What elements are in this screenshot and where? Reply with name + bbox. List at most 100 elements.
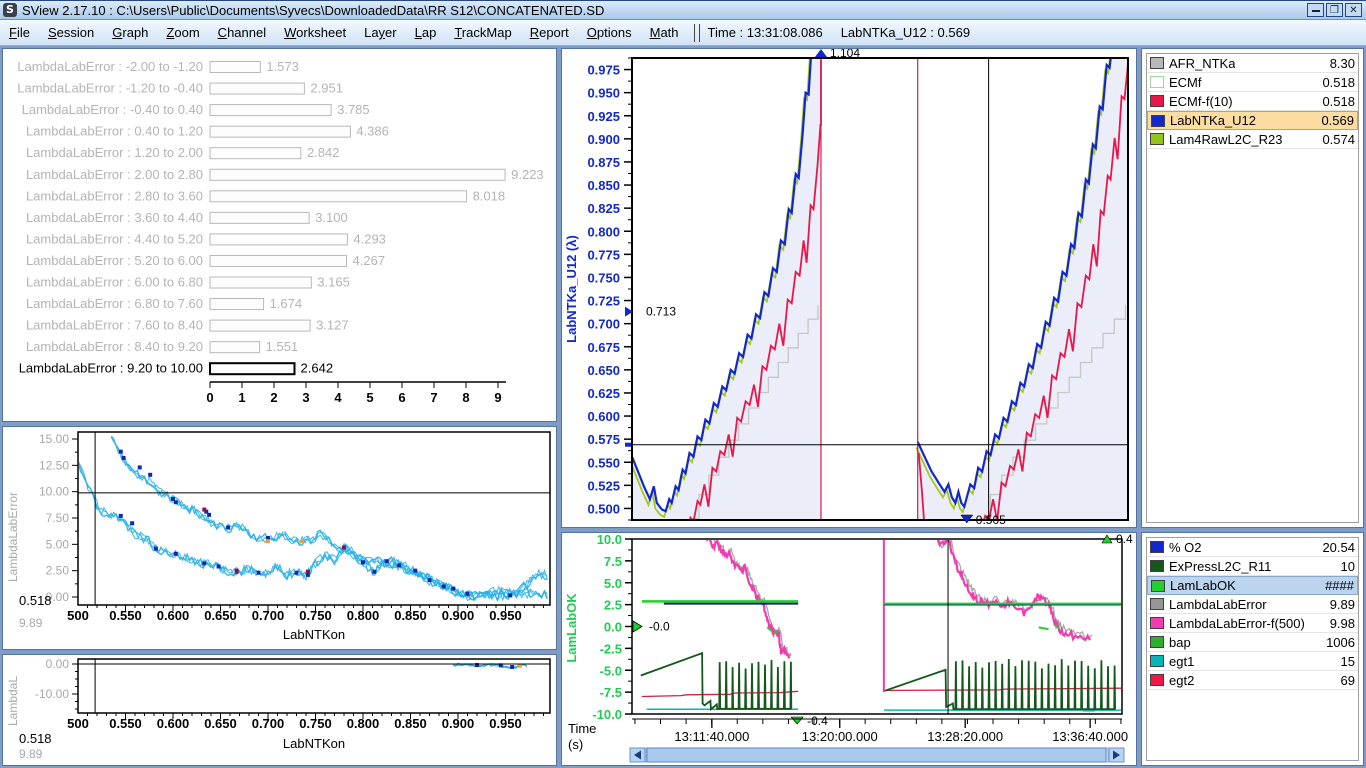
y-tick-label: 12.50 bbox=[39, 458, 69, 472]
scatter-trace bbox=[78, 460, 547, 600]
channel-row[interactable]: bap1006 bbox=[1147, 633, 1358, 652]
y-tick-label: 0.700 bbox=[587, 317, 620, 332]
menu-trackmap[interactable]: TrackMap bbox=[445, 25, 520, 40]
cursor-y-value: 9.89 bbox=[19, 747, 43, 761]
channel-row[interactable]: ECMf-f(10)0.518 bbox=[1147, 92, 1358, 111]
menu-file[interactable]: File bbox=[0, 25, 39, 40]
bar[interactable] bbox=[210, 212, 309, 223]
channel-row[interactable]: LambdaLabError9.89 bbox=[1147, 595, 1358, 614]
bar-value-label: 1.551 bbox=[266, 339, 299, 354]
series-lambdalaberror-f bbox=[935, 533, 1090, 640]
channel-row[interactable]: egt269 bbox=[1147, 671, 1358, 690]
channel-value: 10 bbox=[1341, 559, 1355, 574]
lamlabok-time-chart[interactable]: LamLabOK-10.0-7.5-5.0-2.50.02.55.07.510.… bbox=[562, 533, 1136, 765]
close-button[interactable]: ✕ bbox=[1345, 3, 1362, 17]
bar[interactable] bbox=[210, 363, 295, 374]
time-tick-label: 13:36:40.000 bbox=[1052, 729, 1128, 744]
bar[interactable] bbox=[210, 320, 310, 331]
scatter-trace bbox=[111, 437, 547, 601]
channel-row[interactable]: LambdaLabError-f(500)9.98 bbox=[1147, 614, 1358, 633]
menu-zoom[interactable]: Zoom bbox=[157, 25, 208, 40]
bar-value-label: 8.018 bbox=[473, 188, 506, 203]
bar[interactable] bbox=[210, 105, 331, 116]
bar-category-label: LambdaLabError : 7.60 to 8.40 bbox=[26, 318, 203, 333]
y-tick-label: 10.0 bbox=[597, 533, 622, 547]
channel-list-bottom: % O220.54ExPressL2C_R1110LamLabOK####Lam… bbox=[1146, 537, 1359, 761]
menu-report[interactable]: Report bbox=[521, 25, 578, 40]
channel-color-swatch bbox=[1150, 560, 1164, 572]
bar-category-label: LambdaLabError : 2.00 to 2.80 bbox=[26, 167, 203, 182]
x-axis-label: LabNTKon bbox=[283, 627, 345, 642]
channel-color-swatch bbox=[1150, 674, 1164, 686]
bar[interactable] bbox=[210, 234, 347, 245]
time-scrollbar[interactable] bbox=[630, 748, 1124, 762]
x-tick-label: 0.950 bbox=[489, 716, 522, 731]
channel-row[interactable]: ExPressL2C_R1110 bbox=[1147, 557, 1358, 576]
time-tick-label: 13:11:40.000 bbox=[674, 729, 749, 744]
bar[interactable] bbox=[210, 169, 505, 180]
y-tick-label: 0.625 bbox=[587, 386, 620, 401]
bar[interactable] bbox=[210, 83, 304, 94]
x-tick-label: 0.700 bbox=[252, 716, 285, 731]
menu-layer[interactable]: Layer bbox=[355, 25, 406, 40]
bar[interactable] bbox=[210, 126, 350, 137]
minimize-button[interactable] bbox=[1307, 3, 1324, 17]
channel-row[interactable]: ECMf0.518 bbox=[1147, 73, 1358, 92]
menu-lap[interactable]: Lap bbox=[406, 25, 446, 40]
bar-category-label: LambdaLabError : -2.00 to -1.20 bbox=[17, 59, 203, 74]
bar[interactable] bbox=[210, 191, 467, 202]
x-tick-label: 5 bbox=[366, 390, 373, 405]
scatter-chart[interactable]: LambdaLabError0.002.505.007.5010.0012.50… bbox=[3, 427, 556, 649]
scatter-trace bbox=[111, 436, 547, 597]
x-tick-label: 1 bbox=[238, 390, 245, 405]
bar-value-label: 3.100 bbox=[315, 210, 348, 225]
channel-row[interactable]: LabNTKa_U120.569 bbox=[1147, 111, 1358, 130]
bar-value-label: 2.642 bbox=[301, 361, 334, 376]
bar-value-label: 4.386 bbox=[356, 124, 389, 139]
y-tick-label: 0.0 bbox=[604, 620, 622, 635]
menu-graph[interactable]: Graph bbox=[103, 25, 157, 40]
channel-color-swatch bbox=[1151, 580, 1165, 592]
bar[interactable] bbox=[210, 277, 311, 288]
menu-session[interactable]: Session bbox=[39, 25, 103, 40]
min-value-marker bbox=[791, 717, 803, 724]
lambda-chart-panel: LabNTKa_U12 (λ)0.5000.5250.5500.5750.600… bbox=[561, 48, 1137, 528]
y-tick-label: 0.900 bbox=[587, 132, 620, 147]
histogram-chart[interactable]: LambdaLabError : -2.00 to -1.201.573Lamb… bbox=[3, 49, 556, 421]
menu-worksheet[interactable]: Worksheet bbox=[275, 25, 355, 40]
bar[interactable] bbox=[210, 342, 260, 353]
status-channel: LabNTKa_U12 : 0.569 bbox=[841, 25, 988, 40]
bar[interactable] bbox=[210, 255, 347, 266]
bar-value-label: 4.267 bbox=[353, 253, 386, 268]
channel-value: 69 bbox=[1341, 673, 1355, 688]
bar-value-label: 3.127 bbox=[316, 318, 349, 333]
bar[interactable] bbox=[210, 148, 301, 159]
channel-name: Lam4RawL2C_R23 bbox=[1169, 132, 1282, 147]
channel-row[interactable]: egt115 bbox=[1147, 652, 1358, 671]
channel-row[interactable]: LamLabOK#### bbox=[1147, 576, 1358, 595]
channel-row[interactable]: AFR_NTKa8.30 bbox=[1147, 54, 1358, 73]
title-bar[interactable]: S SView 2.17.10 : C:\Users\Public\Docume… bbox=[0, 0, 1366, 20]
y-tick-label: 0.875 bbox=[587, 155, 620, 170]
y-tick-label: 7.5 bbox=[604, 554, 622, 569]
small-scatter-chart[interactable]: LambdaL0.00-10.000.5500.6000.6500.7000.7… bbox=[3, 655, 556, 765]
y-tick-label: -7.5 bbox=[600, 685, 622, 700]
menu-options[interactable]: Options bbox=[578, 25, 641, 40]
menu-bar: FileSessionGraphZoomChannelWorksheetLaye… bbox=[0, 20, 1366, 46]
bar[interactable] bbox=[210, 299, 264, 310]
bar[interactable] bbox=[210, 62, 260, 73]
lambda-time-chart[interactable]: LabNTKa_U12 (λ)0.5000.5250.5500.5750.600… bbox=[562, 49, 1136, 527]
channel-value: 0.518 bbox=[1322, 94, 1355, 109]
channel-row[interactable]: % O220.54 bbox=[1147, 538, 1358, 557]
channel-name: bap bbox=[1169, 635, 1191, 650]
x-tick-label: 0.650 bbox=[204, 716, 237, 731]
channel-color-swatch bbox=[1150, 598, 1164, 610]
x-tick-label: 9 bbox=[494, 390, 501, 405]
scrollbar-thumb[interactable] bbox=[647, 748, 1106, 762]
y-tick-label: -2.5 bbox=[600, 641, 622, 656]
restore-button[interactable]: ❐ bbox=[1326, 3, 1343, 17]
channel-row[interactable]: Lam4RawL2C_R230.574 bbox=[1147, 130, 1358, 149]
menu-math[interactable]: Math bbox=[641, 25, 688, 40]
y-tick-label: 0.00 bbox=[46, 657, 70, 671]
menu-channel[interactable]: Channel bbox=[209, 25, 275, 40]
